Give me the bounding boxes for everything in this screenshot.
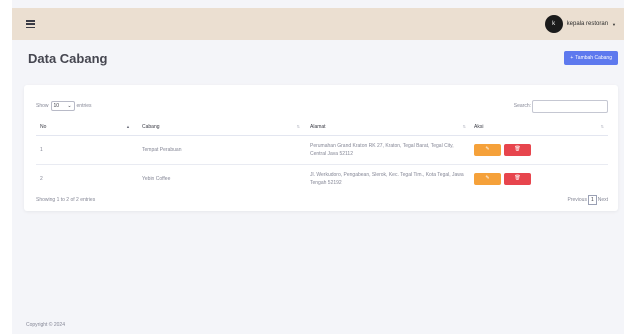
- page-1-button[interactable]: 1: [587, 195, 597, 205]
- user-name: kepala restoran: [566, 21, 609, 27]
- next-link[interactable]: Next: [598, 197, 608, 203]
- edit-button[interactable]: ✎: [474, 172, 501, 185]
- table-row: 2 Yebin Coffee Jl. Werkudoro, Pengabean,…: [36, 164, 608, 193]
- sort-icon: ⇅: [600, 124, 604, 129]
- page-header: Data Cabang + Tambah Cabang: [12, 40, 624, 76]
- entries-value: 10: [53, 103, 60, 109]
- cell-no: 1: [36, 135, 134, 165]
- header-alamat-label: Alamat: [310, 123, 326, 130]
- chevron-down-icon: ⌄: [67, 103, 72, 109]
- sort-asc-icon: ▲: [126, 124, 130, 129]
- edit-icon: ✎: [485, 175, 490, 182]
- row-actions: ✎ 🗑: [474, 172, 608, 185]
- row-actions: ✎ 🗑: [474, 143, 608, 156]
- add-cabang-label: Tambah Cabang: [575, 55, 612, 61]
- cell-alamat: Perumahan Grand Kraton RK 27, Kraton, Te…: [304, 135, 470, 165]
- copyright: Copyright © 2024: [26, 322, 65, 328]
- edit-button[interactable]: ✎: [474, 143, 501, 156]
- table-header-row: No ▲ Cabang ⇅ Alamat ⇅ Aksi ⇅: [36, 119, 608, 136]
- search-input[interactable]: [532, 99, 608, 113]
- entries-label: entries: [76, 103, 92, 109]
- show-label: Show: [36, 103, 49, 109]
- topbar: k kepala restoran ▼: [12, 8, 624, 40]
- header-cabang-label: Cabang: [142, 123, 160, 130]
- table-info: Showing 1 to 2 of 2 entries: [36, 197, 96, 203]
- caret-down-icon: ▼: [612, 21, 616, 27]
- table-row: 1 Tempat Perabuan Perumahan Grand Kraton…: [36, 135, 608, 165]
- previous-link[interactable]: Previous: [567, 197, 586, 203]
- plus-icon: +: [570, 55, 574, 61]
- sort-icon: ⇅: [296, 124, 300, 129]
- cell-aksi: ✎ 🗑: [470, 135, 608, 165]
- trash-icon: 🗑: [514, 146, 521, 152]
- cell-no: 2: [40, 175, 43, 182]
- trash-icon: 🗑: [514, 175, 521, 182]
- page-title: Data Cabang: [28, 50, 108, 66]
- header-no-label: No: [40, 123, 47, 130]
- address-text: Jl. Werkudoro, Pengabean, Slerok, Kec. T…: [310, 171, 464, 186]
- search-label: Search:: [513, 103, 531, 109]
- address-text: Perumahan Grand Kraton RK 27, Kraton, Te…: [310, 142, 454, 157]
- header-cabang[interactable]: Cabang ⇅: [134, 119, 304, 136]
- header-aksi[interactable]: Aksi ⇅: [470, 119, 608, 136]
- cell-cabang: Tempat Perabuan: [134, 135, 304, 165]
- table-search: Search:: [513, 99, 608, 113]
- cabang-table: No ▲ Cabang ⇅ Alamat ⇅ Aksi ⇅ 1 Tempat P…: [36, 119, 608, 193]
- header-no[interactable]: No ▲: [36, 119, 134, 136]
- header-aksi-label: Aksi: [474, 123, 484, 130]
- entries-length: Show 10 ⌄ entries: [36, 101, 92, 111]
- data-table-card: Show 10 ⌄ entries Search: No ▲ Cabang ⇅: [24, 85, 618, 211]
- entries-select[interactable]: 10 ⌄: [50, 101, 75, 111]
- edit-icon: ✎: [485, 146, 490, 152]
- hamburger-menu-icon[interactable]: [26, 20, 35, 28]
- table-controls: Show 10 ⌄ entries Search:: [36, 99, 608, 113]
- header-alamat[interactable]: Alamat ⇅: [304, 119, 470, 136]
- delete-button[interactable]: 🗑: [504, 172, 531, 185]
- pagination: Previous 1 Next: [567, 195, 608, 205]
- cell-cabang: Yebin Coffee: [142, 175, 171, 182]
- user-dropdown[interactable]: k kepala restoran ▼: [544, 15, 616, 33]
- add-cabang-button[interactable]: + Tambah Cabang: [564, 51, 618, 65]
- avatar: k: [544, 15, 563, 33]
- sort-icon: ⇅: [462, 124, 466, 129]
- avatar-letter: k: [552, 21, 556, 27]
- table-footer: Showing 1 to 2 of 2 entries Previous 1 N…: [36, 195, 608, 205]
- cell-alamat: Jl. Werkudoro, Pengabean, Slerok, Kec. T…: [304, 164, 470, 193]
- delete-button[interactable]: 🗑: [504, 143, 531, 156]
- cell-aksi: ✎ 🗑: [470, 164, 608, 193]
